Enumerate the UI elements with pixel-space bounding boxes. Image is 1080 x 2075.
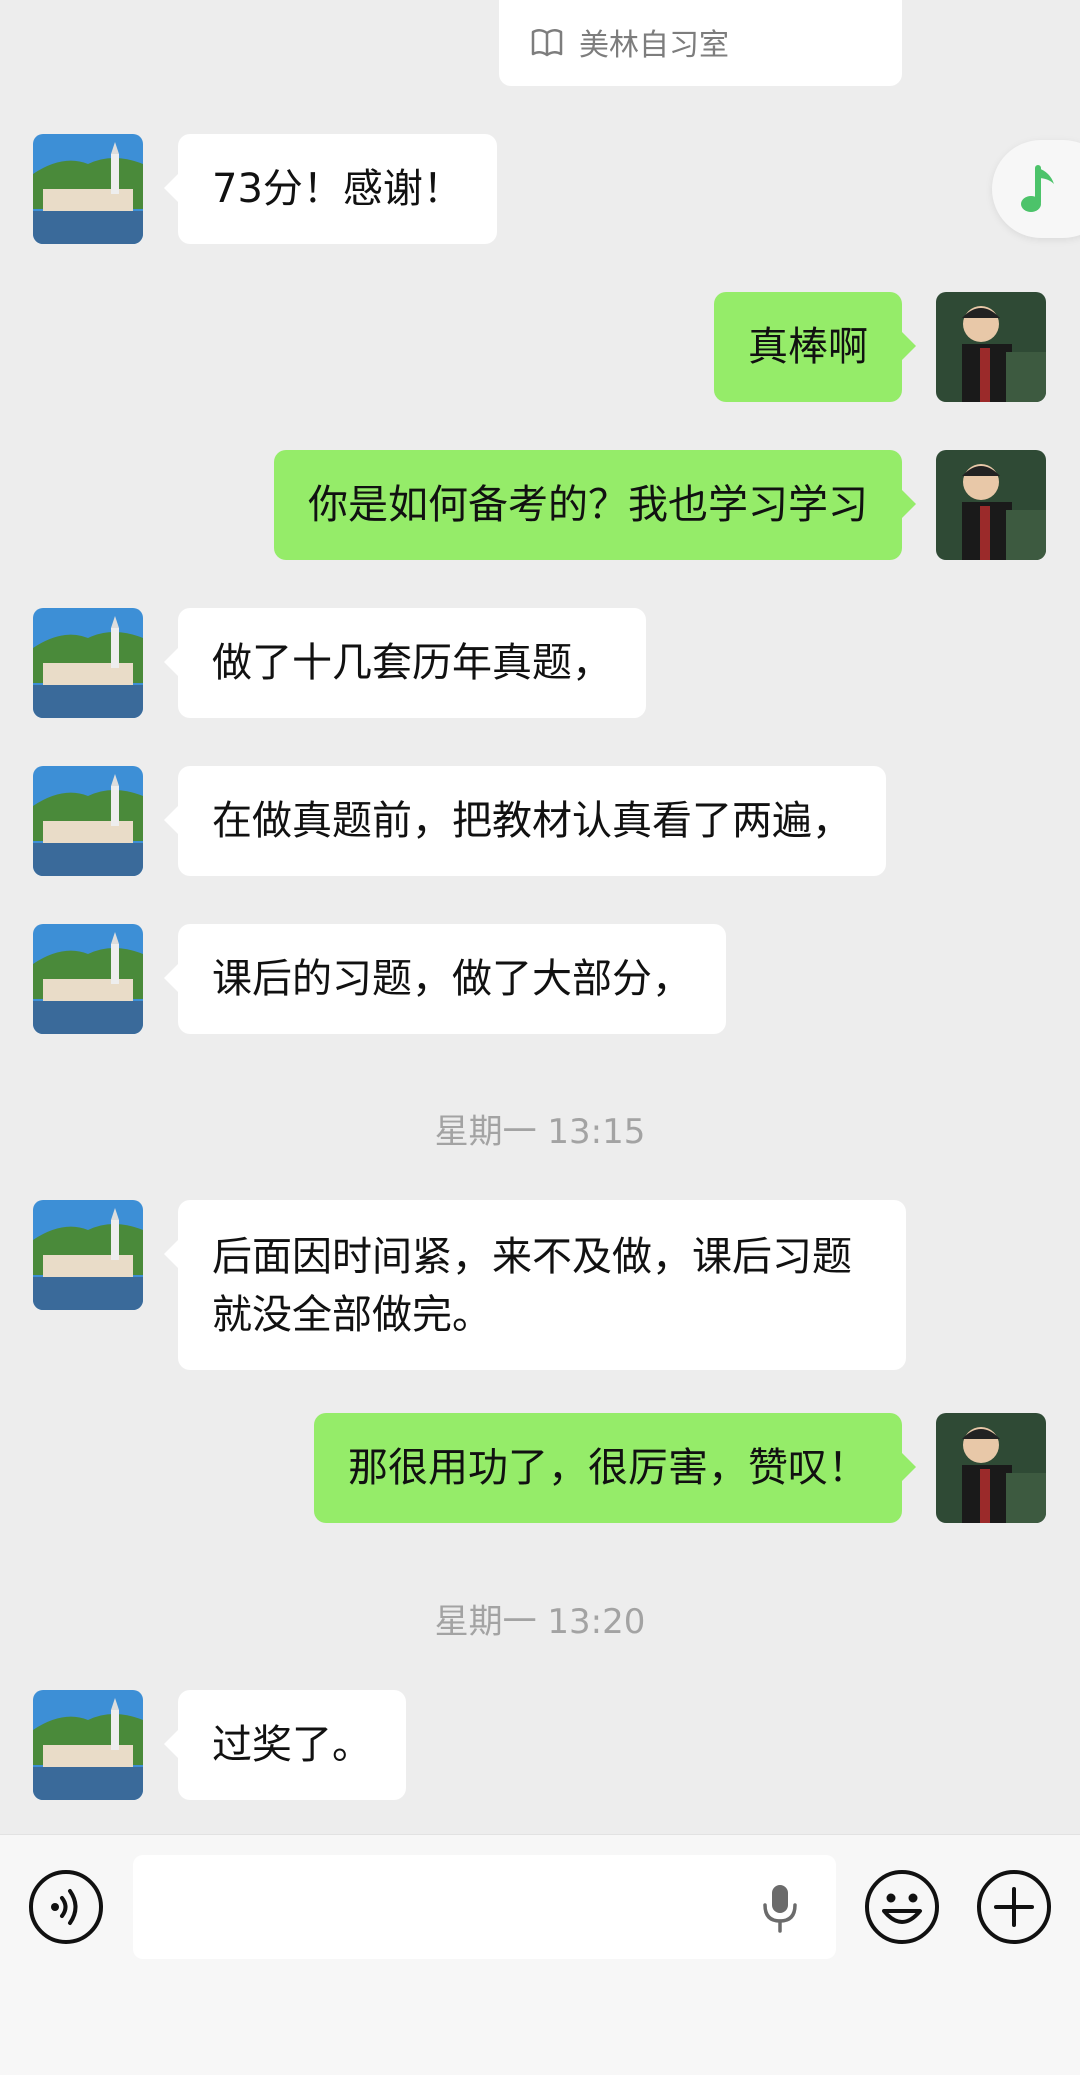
contact-avatar[interactable] [33, 1200, 143, 1310]
floating-music-button[interactable] [992, 140, 1080, 238]
card-source-label: 美林自习室 [579, 28, 729, 63]
user-avatar[interactable] [936, 450, 1046, 560]
shared-card[interactable]: 美林自习室 [499, 0, 902, 86]
user-avatar[interactable] [936, 292, 1046, 402]
contact-avatar[interactable] [33, 134, 143, 244]
message-bubble-incoming[interactable]: 过奖了。 [164, 1690, 406, 1800]
chat-area: 美林自习室 73分！感谢！ 真棒啊 你是如何备考的？我也学习学习 做了十几套历年… [0, 0, 1080, 1834]
message-bubble-outgoing[interactable]: 真棒啊 [714, 292, 916, 402]
message-timestamp: 星期一 13:20 [434, 1602, 646, 1642]
emoji-icon[interactable] [864, 1869, 940, 1945]
message-bubble-outgoing[interactable]: 那很用功了，很厉害，赞叹！ [314, 1413, 916, 1523]
plus-icon[interactable] [976, 1869, 1052, 1945]
user-avatar[interactable] [936, 1413, 1046, 1523]
contact-avatar[interactable] [33, 1690, 143, 1800]
contact-avatar[interactable] [33, 766, 143, 876]
message-bubble-incoming[interactable]: 后面因时间紧，来不及做，课后习题就没全部做完。 [164, 1200, 906, 1370]
message-bubble-incoming[interactable]: 做了十几套历年真题， [164, 608, 646, 718]
message-input[interactable] [133, 1855, 836, 1959]
contact-avatar[interactable] [33, 608, 143, 718]
message-bubble-incoming[interactable]: 73分！感谢！ [164, 134, 497, 244]
message-timestamp: 星期一 13:15 [434, 1112, 646, 1152]
book-icon [531, 29, 563, 57]
input-bar [0, 1834, 1080, 2075]
microphone-icon[interactable] [760, 1883, 800, 1933]
message-bubble-incoming[interactable]: 在做真题前，把教材认真看了两遍， [164, 766, 886, 876]
voice-toggle-icon[interactable] [28, 1869, 104, 1945]
contact-avatar[interactable] [33, 924, 143, 1034]
message-bubble-outgoing[interactable]: 你是如何备考的？我也学习学习 [274, 450, 916, 560]
music-note-icon [1021, 165, 1054, 212]
message-bubble-incoming[interactable]: 课后的习题，做了大部分， [164, 924, 726, 1034]
